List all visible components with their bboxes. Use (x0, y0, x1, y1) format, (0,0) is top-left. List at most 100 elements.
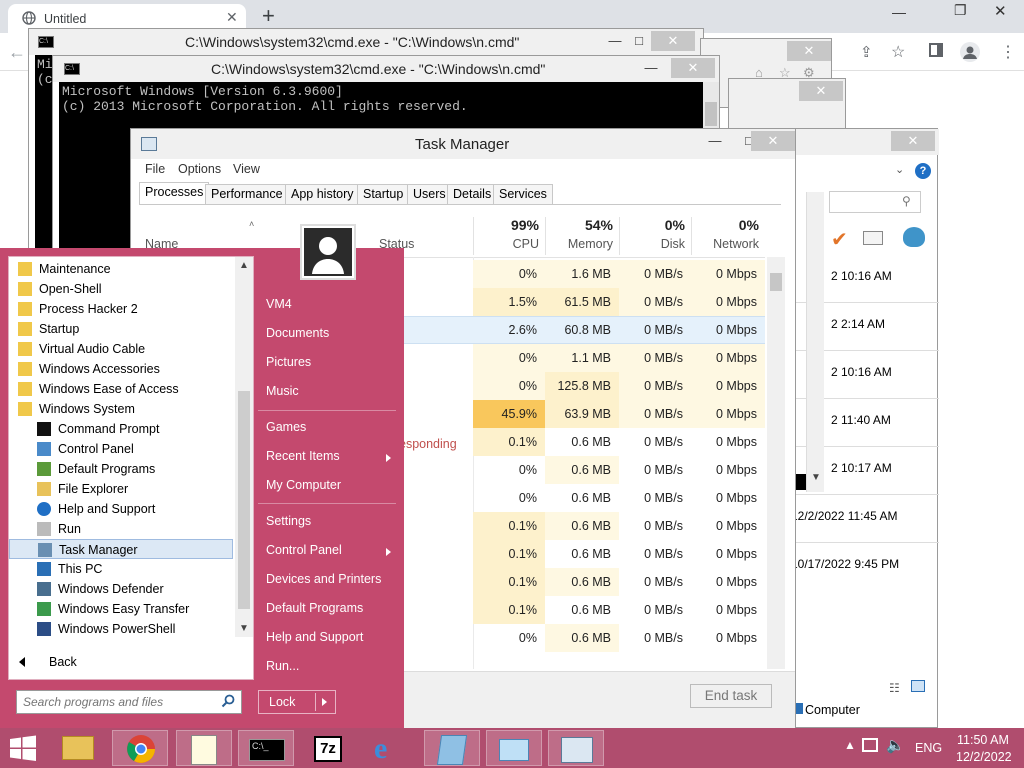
browser-minimize-button[interactable]: — (892, 4, 906, 20)
file-row[interactable]: 12/2/2022 11:45 AM (791, 495, 939, 543)
scroll-up-arrow-icon[interactable]: ▲ (239, 260, 249, 271)
program-item[interactable]: Help and Support (9, 499, 233, 519)
program-item[interactable]: Task Manager (9, 539, 233, 559)
user-picture[interactable] (300, 224, 356, 280)
start-button[interactable] (8, 734, 38, 762)
start-link[interactable]: Documents (266, 326, 329, 340)
back-arrow-icon[interactable]: ← (8, 42, 26, 63)
program-item[interactable]: Windows Ease of Access (9, 379, 233, 399)
menu-options[interactable]: Options (178, 162, 221, 176)
program-item[interactable]: Windows PowerShell (9, 619, 233, 639)
menu-view[interactable]: View (233, 162, 260, 176)
share-icon[interactable]: ⇪ (860, 43, 873, 61)
program-item[interactable]: Windows Accessories (9, 359, 233, 379)
details-view-icon[interactable]: ☷ (889, 681, 900, 695)
cmd-front-minimize-button[interactable]: — (629, 58, 673, 78)
explorer-back-scrollbar[interactable]: ▼ (806, 192, 824, 492)
taskbar-app[interactable] (424, 730, 480, 766)
tray-chevron-icon[interactable]: ▲ (844, 738, 856, 752)
process-scrollbar-thumb[interactable] (770, 273, 782, 291)
program-item[interactable]: Run (9, 519, 233, 539)
start-link[interactable]: Default Programs (266, 601, 363, 615)
profile-avatar-icon[interactable] (960, 42, 980, 62)
program-item[interactable]: Startup (9, 319, 233, 339)
task-manager-close-button[interactable]: ✕ (751, 131, 795, 151)
programs-scrollbar-thumb[interactable] (238, 391, 250, 609)
explorer-close-button[interactable]: ✕ (891, 131, 935, 151)
program-item[interactable]: Process Hacker 2 (9, 299, 233, 319)
start-search-input[interactable] (17, 691, 217, 713)
column-disk[interactable]: 0% Disk (619, 217, 691, 255)
column-memory[interactable]: 54% Memory (545, 217, 619, 255)
taskbar-chrome[interactable] (112, 730, 168, 766)
cmd-back-close-button[interactable]: ✕ (651, 31, 695, 51)
program-item[interactable]: Open-Shell (9, 279, 233, 299)
cmd-scrollbar-thumb[interactable] (705, 102, 717, 126)
end-task-button[interactable]: End task (690, 684, 772, 708)
start-link[interactable]: Recent Items (266, 449, 340, 463)
taskbar-cmd[interactable]: C:\_ (238, 730, 294, 766)
bookmark-star-icon[interactable]: ☆ (891, 42, 905, 62)
taskbar-ie[interactable]: e (362, 730, 418, 766)
tab-services[interactable]: Services (493, 184, 553, 205)
start-link[interactable]: Pictures (266, 355, 311, 369)
network-icon[interactable] (862, 738, 878, 752)
start-link[interactable]: Music (266, 384, 299, 398)
browser-maximize-button[interactable]: ❐ (954, 2, 967, 19)
browser-close-button[interactable]: ✕ (994, 2, 1007, 20)
start-link[interactable]: Control Panel (266, 543, 342, 557)
volume-icon[interactable]: 🔈 (886, 736, 905, 754)
programs-scrollbar[interactable]: ▲ ▼ (235, 257, 253, 637)
tab-performance[interactable]: Performance (205, 184, 289, 205)
taskbar-7zip[interactable]: 7z (300, 730, 356, 766)
tab-close-icon[interactable]: ✕ (226, 9, 238, 26)
process-scrollbar[interactable] (767, 257, 785, 669)
menu-file[interactable]: File (145, 162, 165, 176)
taskbar-notepad[interactable] (176, 730, 232, 766)
tab-details[interactable]: Details (447, 184, 498, 205)
program-item[interactable]: Command Prompt (9, 419, 233, 439)
file-row[interactable]: 10/17/2022 9:45 PM (791, 543, 939, 591)
program-item[interactable]: File Explorer (9, 479, 233, 499)
start-link[interactable]: My Computer (266, 478, 341, 492)
start-link[interactable]: Settings (266, 514, 311, 528)
bg-window-1-close-button[interactable]: ✕ (787, 41, 831, 61)
start-link[interactable]: VM4 (266, 297, 292, 311)
column-network[interactable]: 0% Network (691, 217, 765, 255)
program-item[interactable]: Control Panel (9, 439, 233, 459)
tab-processes[interactable]: Processes (139, 182, 210, 205)
clock-time[interactable]: 11:50 AM (957, 733, 1009, 747)
clock-date[interactable]: 12/2/2022 (956, 750, 1012, 764)
program-item[interactable]: Virtual Audio Cable (9, 339, 233, 359)
language-indicator[interactable]: ENG (915, 741, 942, 755)
browser-menu-icon[interactable]: ⋮ (1000, 42, 1016, 62)
program-item[interactable]: Windows Defender (9, 579, 233, 599)
tab-app-history[interactable]: App history (285, 184, 360, 205)
program-item[interactable]: Maintenance (9, 259, 233, 279)
start-link[interactable]: Games (266, 420, 306, 434)
tab-users[interactable]: Users (407, 184, 452, 205)
sidepanel-icon[interactable] (929, 43, 943, 57)
start-search-box[interactable] (16, 690, 242, 714)
cmd-front-close-button[interactable]: ✕ (671, 58, 715, 78)
expand-chevron-icon[interactable]: ⌄ (895, 163, 904, 176)
help-circle-icon[interactable]: ? (915, 163, 931, 179)
tab-startup[interactable]: Startup (357, 184, 410, 205)
explorer-search-box[interactable]: ⚲ (829, 191, 921, 213)
scroll-down-arrow-icon[interactable]: ▼ (811, 472, 821, 483)
scroll-down-arrow-icon[interactable]: ▼ (239, 623, 249, 634)
bg-window-2-close-button[interactable]: ✕ (799, 81, 843, 101)
start-link[interactable]: Run... (266, 659, 299, 673)
taskbar-task-manager[interactable] (548, 730, 604, 766)
program-item[interactable]: Default Programs (9, 459, 233, 479)
lock-options-arrow-icon[interactable] (322, 698, 327, 706)
lock-button[interactable]: Lock (258, 690, 336, 714)
start-link[interactable]: Help and Support (266, 630, 363, 644)
program-item[interactable]: Windows Easy Transfer (9, 599, 233, 619)
program-item[interactable]: Windows System (9, 399, 233, 419)
taskbar-file-explorer[interactable] (50, 730, 106, 766)
large-icons-view-icon[interactable] (911, 680, 925, 692)
new-tab-button[interactable]: + (262, 3, 275, 29)
taskbar-window[interactable] (486, 730, 542, 766)
program-item[interactable]: This PC (9, 559, 233, 579)
